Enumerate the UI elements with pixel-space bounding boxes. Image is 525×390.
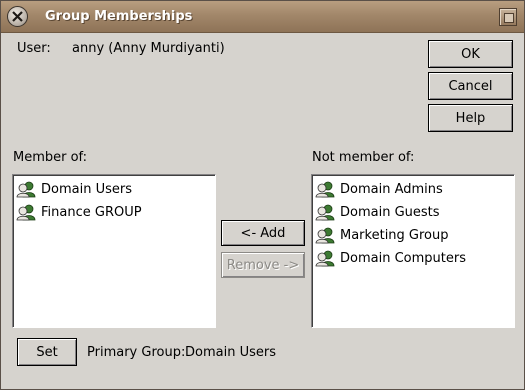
ok-button-label: OK [461,46,480,62]
group-icon [16,204,36,221]
list-item[interactable]: Domain Admins [315,179,443,199]
add-button[interactable]: <- Add [221,220,305,246]
member-of-list[interactable]: Domain Users Finance GROUP [12,174,216,328]
primary-group-value: Domain Users [185,345,276,360]
list-item-label: Marketing Group [340,227,449,243]
remove-button-label: Remove -> [226,257,300,273]
ok-button[interactable]: OK [428,40,513,68]
remove-button[interactable]: Remove -> [221,252,305,278]
group-icon [315,250,335,267]
cancel-button[interactable]: Cancel [428,72,513,100]
group-icon [16,181,36,198]
cancel-button-label: Cancel [448,78,493,94]
add-button-label: <- Add [240,225,286,241]
list-item-label: Domain Guests [340,204,440,220]
member-of-label: Member of: [13,150,88,165]
not-member-of-label: Not member of: [312,150,415,165]
list-item-label: Domain Computers [340,250,466,266]
list-item[interactable]: Finance GROUP [16,202,142,222]
set-button[interactable]: Set [17,338,77,366]
help-button-label: Help [455,110,486,126]
list-item-label: Finance GROUP [41,204,142,220]
list-item-label: Domain Users [41,181,132,197]
set-button-label: Set [36,344,58,360]
close-icon[interactable] [499,8,517,26]
primary-group-label: Primary Group: [87,345,186,360]
group-icon [315,204,335,221]
title-bar[interactable]: Group Memberships [1,1,524,33]
list-item-label: Domain Admins [340,181,443,197]
help-button[interactable]: Help [428,104,513,132]
user-label: User: [17,41,51,56]
list-item[interactable]: Domain Guests [315,202,440,222]
group-memberships-dialog: Group Memberships User: anny (Anny Murdi… [0,0,525,390]
list-item[interactable]: Marketing Group [315,225,449,245]
user-value: anny (Anny Murdiyanti) [72,41,225,56]
group-icon [315,181,335,198]
list-item[interactable]: Domain Users [16,179,132,199]
window-menu-icon[interactable] [7,6,28,27]
not-member-of-list[interactable]: Domain Admins Domain Guests Marketing Gr… [311,174,515,328]
list-item[interactable]: Domain Computers [315,248,466,268]
group-icon [315,227,335,244]
window-title: Group Memberships [45,9,193,24]
